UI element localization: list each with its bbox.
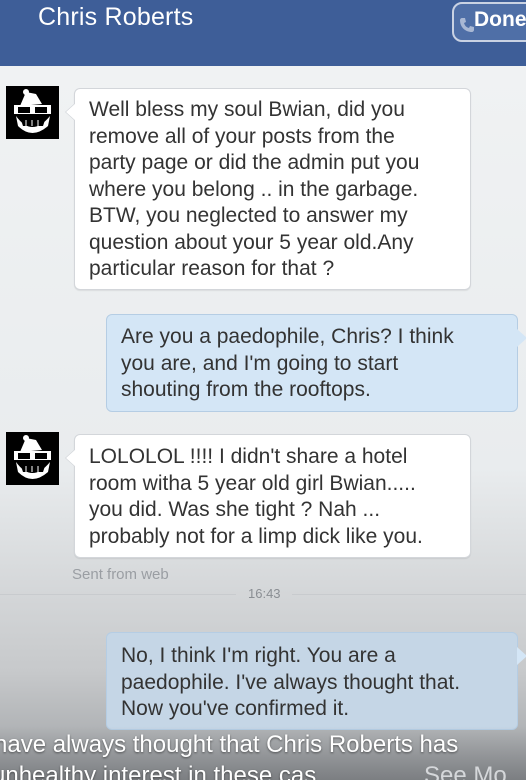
done-label: Done — [474, 8, 526, 31]
message-outgoing[interactable]: No, I think I'm right. You are a paedoph… — [106, 632, 526, 730]
done-button[interactable]: Done — [452, 2, 526, 42]
see-more-link[interactable]: See Mo — [424, 762, 507, 780]
divider — [0, 594, 236, 595]
message-incoming[interactable]: LOLOLOL !!!! I didn't share a hotel room… — [65, 434, 471, 558]
caption-line: unhealthy interest in these cas — [0, 762, 317, 780]
caption-line: have always thought that Chris Roberts h… — [0, 731, 459, 758]
avatar[interactable] — [6, 86, 59, 139]
sent-from-label: Sent from web — [72, 566, 169, 583]
divider — [292, 594, 526, 595]
avatar[interactable] — [6, 432, 59, 485]
contact-name: Chris Roberts — [38, 3, 194, 31]
message-text: Are you a paedophile, Chris? I think you… — [121, 325, 454, 401]
message-incoming[interactable]: Well bless my soul Bwian, did you remove… — [65, 88, 471, 290]
message-text: Well bless my soul Bwian, did you remove… — [89, 98, 420, 280]
caption-overlay: have always thought that Chris Roberts h… — [0, 726, 526, 780]
message-outgoing[interactable]: Are you a paedophile, Chris? I think you… — [106, 314, 526, 412]
message-text: LOLOLOL !!!! I didn't share a hotel room… — [89, 445, 423, 548]
chat-header: Chris Roberts Done — [0, 0, 526, 66]
message-text: No, I think I'm right. You are a paedoph… — [121, 644, 461, 720]
timestamp: 16:43 — [248, 586, 281, 601]
